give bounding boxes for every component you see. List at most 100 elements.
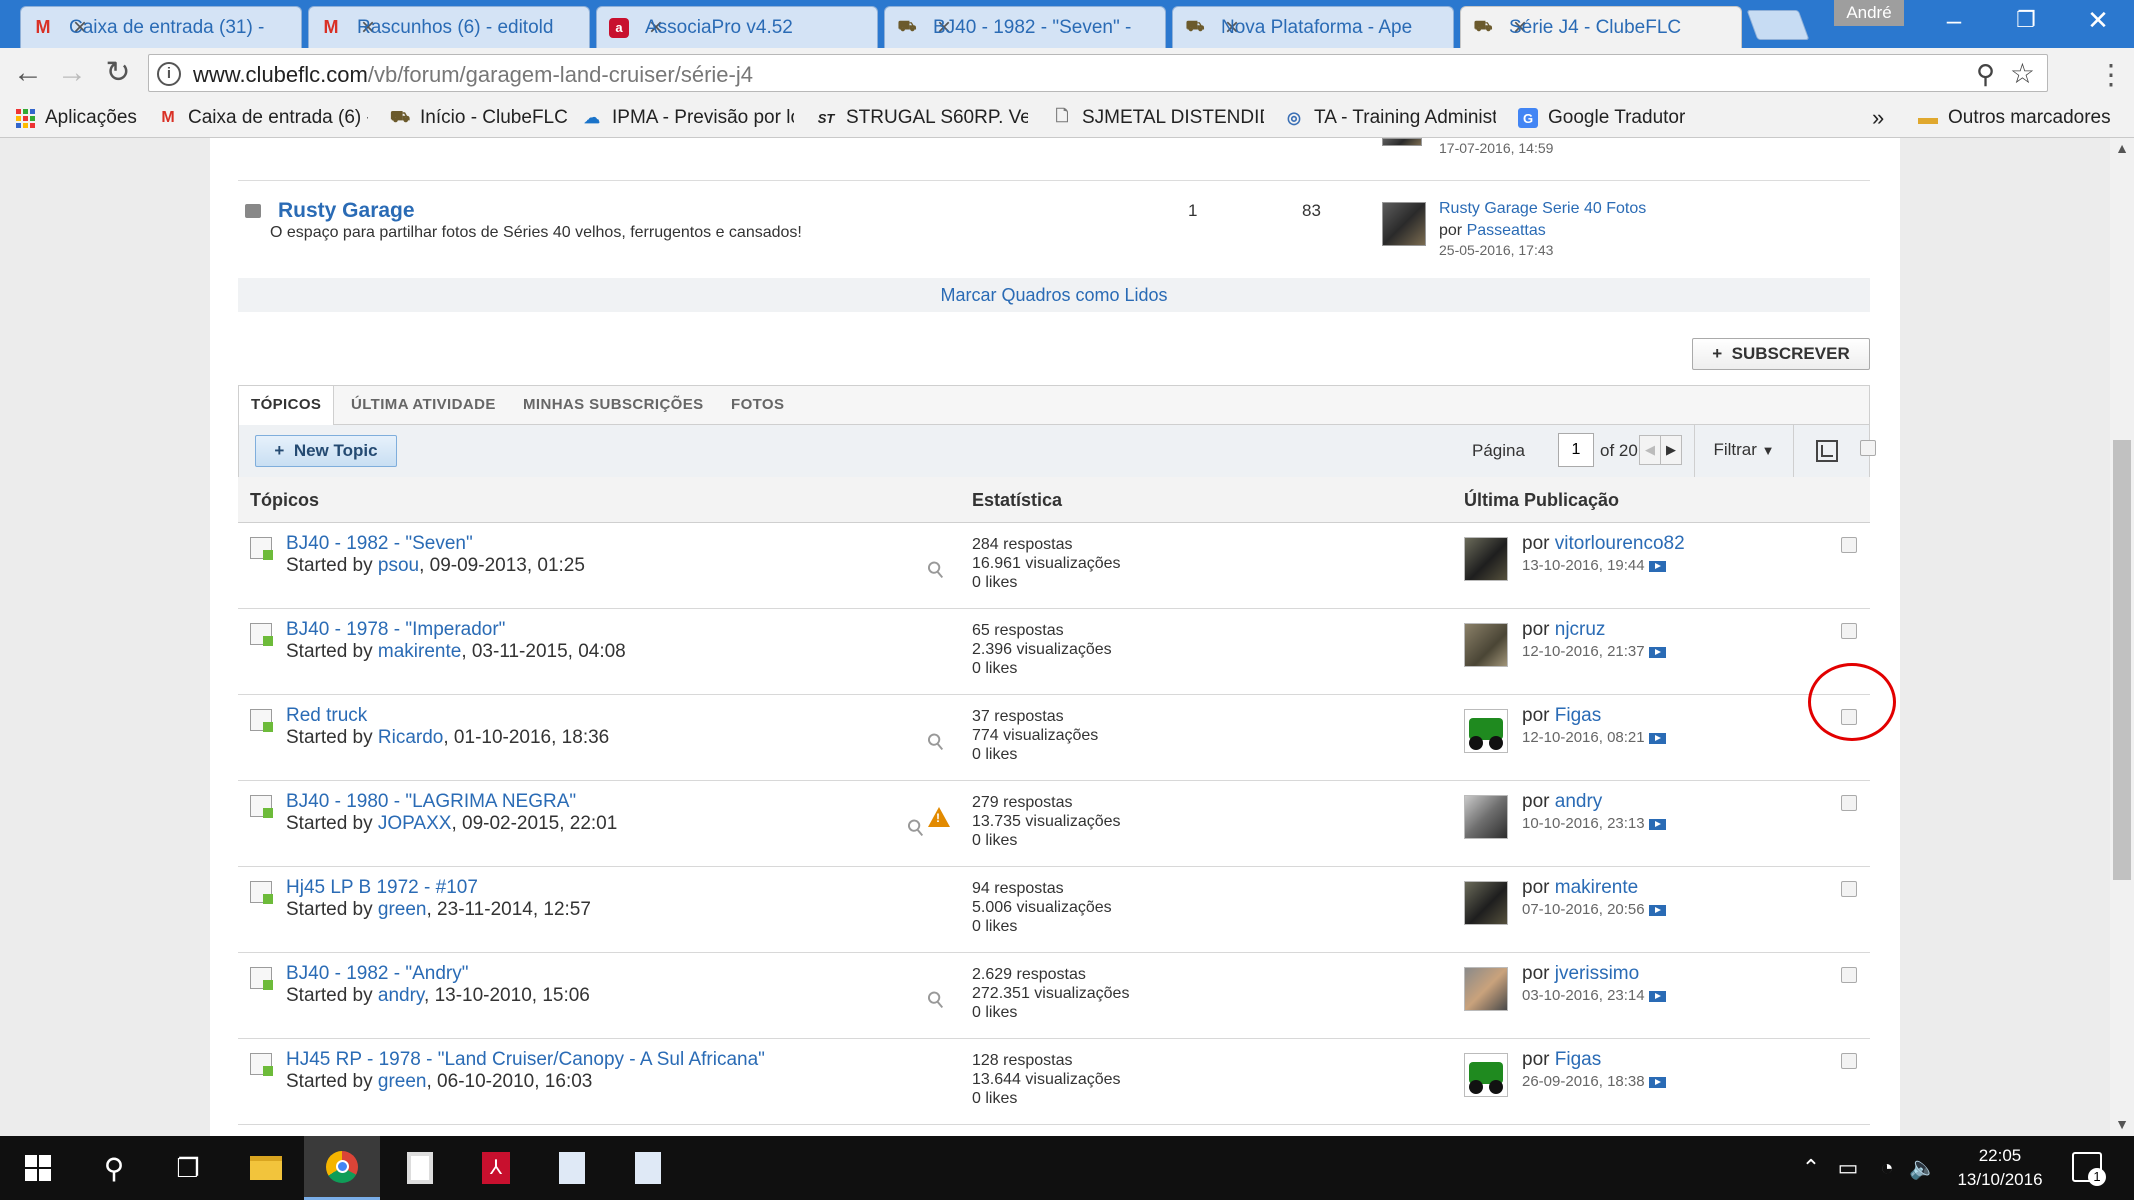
forum-last-post-thumbnail[interactable] — [1382, 138, 1422, 146]
minimize-icon[interactable]: – — [1918, 0, 1990, 44]
wifi-icon[interactable]: ◔ — [1870, 1136, 1904, 1200]
filter-button[interactable]: Filtrar ▼ — [1694, 425, 1794, 477]
bookmark-star-icon[interactable]: ☆ — [2010, 57, 2035, 90]
restore-icon[interactable]: ❐ — [1990, 0, 2062, 44]
new-tab-button[interactable] — [1746, 10, 1810, 40]
scrollbar-thumb[interactable] — [2113, 440, 2131, 880]
topic-author-link[interactable]: psou — [378, 555, 419, 576]
go-to-last-post-icon[interactable] — [1648, 990, 1666, 1002]
topic-select-checkbox[interactable] — [1841, 967, 1857, 983]
last-poster-avatar[interactable] — [1464, 709, 1508, 753]
acrobat-icon[interactable]: ⅄ — [458, 1136, 534, 1200]
start-button[interactable] — [0, 1136, 76, 1200]
bookmark-clubeflc[interactable]: ⛟ Início - ClubeFLC — [390, 104, 568, 132]
prev-page-icon[interactable]: ◀ — [1639, 435, 1661, 465]
show-hidden-icons-chevron[interactable]: ⌃ — [1796, 1136, 1826, 1200]
system-clock[interactable]: 22:05 13/10/2016 — [1944, 1144, 2056, 1192]
topic-title-link[interactable]: Hj45 LP B 1972 - #107 — [286, 877, 478, 899]
info-icon[interactable]: i — [157, 62, 181, 86]
close-window-icon[interactable]: ✕ — [2062, 0, 2134, 44]
scroll-up-icon[interactable]: ▲ — [2110, 140, 2134, 156]
browser-tab-bj40-seven[interactable]: ⛟ BJ40 - 1982 - "Seven" - × — [884, 6, 1166, 48]
topic-select-checkbox[interactable] — [1841, 623, 1857, 639]
last-poster-avatar[interactable] — [1464, 623, 1508, 667]
file-explorer-icon[interactable] — [228, 1136, 304, 1200]
new-topic-button[interactable]: + New Topic — [255, 435, 397, 467]
bookmark-apps[interactable]: Aplicações — [16, 104, 137, 132]
chrome-menu-icon[interactable]: ⋮ — [2096, 58, 2126, 94]
document-icon[interactable] — [610, 1136, 686, 1200]
go-to-last-post-icon[interactable] — [1648, 1076, 1666, 1088]
expand-view-icon[interactable] — [1816, 440, 1838, 462]
bookmarks-overflow-chevron[interactable]: » — [1872, 104, 1884, 132]
go-to-last-post-icon[interactable] — [1648, 646, 1666, 658]
last-poster-avatar[interactable] — [1464, 795, 1508, 839]
subforum-title[interactable]: Rusty Garage — [278, 199, 415, 223]
go-to-last-post-icon[interactable] — [1648, 732, 1666, 744]
last-post-user-link[interactable]: makirente — [1555, 877, 1638, 898]
topic-title-link[interactable]: BJ40 - 1982 - "Andry" — [286, 963, 468, 985]
browser-tab-serie-j4[interactable]: ⛟ Série J4 - ClubeFLC × — [1460, 6, 1742, 48]
forward-arrow-icon[interactable]: → — [52, 54, 92, 94]
last-post-user-link[interactable]: jverissimo — [1555, 963, 1639, 984]
bookmark-training[interactable]: ◎ TA - Training Administ — [1284, 104, 1496, 132]
volume-icon[interactable]: 🔈 — [1906, 1136, 1940, 1200]
subforum-last-post-title[interactable]: Rusty Garage Serie 40 Fotos — [1439, 200, 1646, 218]
topic-select-checkbox[interactable] — [1841, 795, 1857, 811]
bookmark-google-translate[interactable]: G Google Tradutor — [1518, 104, 1685, 132]
topic-title-link[interactable]: Red truck — [286, 705, 367, 727]
last-post-user-link[interactable]: njcruz — [1555, 619, 1606, 640]
topic-title-link[interactable]: HJ45 RP - 1978 - "Land Cruiser/Canopy - … — [286, 1049, 765, 1071]
bookmark-sjmetal[interactable]: 🗋 SJMETAL DISTENDIDO — [1052, 104, 1264, 132]
task-view-icon[interactable]: ❐ — [150, 1136, 226, 1200]
next-page-icon[interactable]: ▶ — [1660, 435, 1682, 465]
page-scrollbar[interactable]: ▲ ▼ — [2110, 138, 2134, 1136]
topic-title-link[interactable]: BJ40 - 1982 - "Seven" — [286, 533, 473, 555]
last-post-user-link[interactable]: Passeattas — [1467, 222, 1546, 239]
back-arrow-icon[interactable]: ← — [8, 54, 48, 94]
last-poster-avatar[interactable] — [1464, 881, 1508, 925]
select-all-checkbox[interactable] — [1860, 440, 1876, 456]
page-number-input[interactable]: 1 — [1558, 433, 1594, 467]
subforum-last-post-thumbnail[interactable] — [1382, 202, 1426, 246]
topic-select-checkbox[interactable] — [1841, 881, 1857, 897]
topic-author-link[interactable]: green — [378, 1071, 427, 1092]
address-bar[interactable]: i www.clubeflc.com/vb/forum/garagem-land… — [148, 54, 2048, 92]
bookmark-ipma[interactable]: ☁ IPMA - Previsão por lo — [582, 104, 794, 132]
mark-forums-read-link[interactable]: Marcar Quadros como Lidos — [238, 278, 1870, 312]
scroll-down-icon[interactable]: ▼ — [2110, 1116, 2134, 1132]
last-poster-avatar[interactable] — [1464, 537, 1508, 581]
tab-photos[interactable]: FOTOS — [719, 386, 796, 425]
topic-title-link[interactable]: BJ40 - 1978 - "Imperador" — [286, 619, 505, 641]
reload-icon[interactable]: ↻ — [98, 54, 138, 94]
zoom-icon[interactable]: ⚲ — [1976, 59, 1995, 90]
browser-tab-associapro[interactable]: a AssociaPro v4.52 × — [596, 6, 878, 48]
go-to-last-post-icon[interactable] — [1648, 818, 1666, 830]
tab-latest-activity[interactable]: ÚLTIMA ATIVIDADE — [339, 386, 508, 425]
topic-author-link[interactable]: makirente — [378, 641, 461, 662]
topic-author-link[interactable]: green — [378, 899, 427, 920]
chrome-icon[interactable] — [304, 1136, 380, 1200]
browser-tab-gmail-inbox[interactable]: M Caixa de entrada (31) - × — [20, 6, 302, 48]
topic-select-checkbox[interactable] — [1841, 537, 1857, 553]
topic-title-link[interactable]: BJ40 - 1980 - "LAGRIMA NEGRA" — [286, 791, 576, 813]
last-post-user-link[interactable]: Figas — [1555, 705, 1601, 726]
last-poster-avatar[interactable] — [1464, 1053, 1508, 1097]
calculator-icon[interactable] — [382, 1136, 458, 1200]
last-post-user-link[interactable]: vitorlourenco82 — [1555, 533, 1685, 554]
action-center-icon[interactable]: 1 — [2072, 1152, 2106, 1186]
profile-badge[interactable]: André — [1834, 0, 1904, 26]
last-poster-avatar[interactable] — [1464, 967, 1508, 1011]
battery-icon[interactable]: ▭ — [1830, 1136, 1866, 1200]
bookmark-gmail[interactable]: M Caixa de entrada (6) - — [158, 104, 368, 132]
go-to-last-post-icon[interactable] — [1648, 560, 1666, 572]
browser-tab-gmail-drafts[interactable]: M Rascunhos (6) - editold × — [308, 6, 590, 48]
browser-tab-nova-plataforma[interactable]: ⛟ Nova Plataforma - Ape × — [1172, 6, 1454, 48]
search-icon[interactable]: ⚲ — [76, 1136, 152, 1200]
last-post-user-link[interactable]: Figas — [1555, 1049, 1601, 1070]
tab-my-subscriptions[interactable]: MINHAS SUBSCRIÇÕES — [511, 386, 716, 425]
tab-topics[interactable]: TÓPICOS — [239, 386, 335, 426]
go-to-last-post-icon[interactable] — [1648, 904, 1666, 916]
topic-author-link[interactable]: andry — [378, 985, 424, 1006]
subscribe-button[interactable]: + SUBSCREVER — [1692, 338, 1870, 370]
